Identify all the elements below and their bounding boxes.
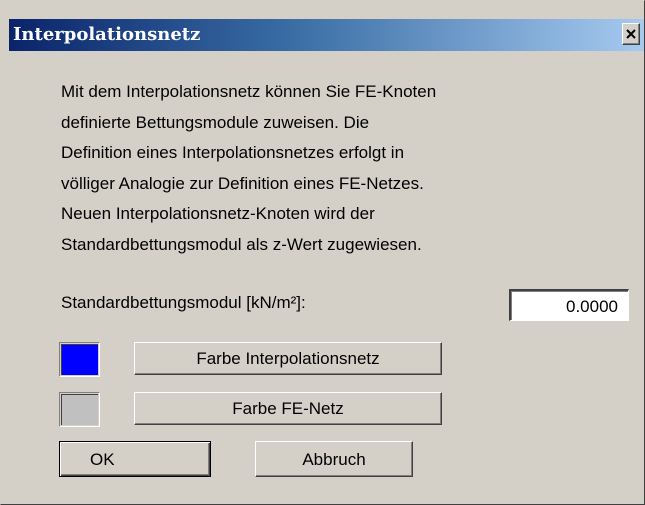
cancel-button[interactable]: Abbruch xyxy=(255,441,413,477)
interpolation-net-color-fill xyxy=(61,344,98,375)
modulus-label: Standardbettungsmodul [kN/m²]: xyxy=(61,293,306,312)
fe-net-color-swatch xyxy=(59,392,100,427)
dialog-title: Interpolationsnetz xyxy=(13,24,201,45)
title-bar: Interpolationsnetz xyxy=(9,19,644,51)
description-line: Standardbettungsmodul als z-Wert zugewie… xyxy=(61,234,422,254)
fe-net-color-fill xyxy=(61,394,98,425)
description-line: Neuen Interpolationsnetz-Knoten wird der xyxy=(61,204,375,224)
description-line: völliger Analogie zur Definition eines F… xyxy=(61,173,424,193)
close-button[interactable] xyxy=(622,23,640,45)
ok-button[interactable]: OK xyxy=(59,441,211,477)
fe-net-color-button[interactable]: Farbe FE-Netz xyxy=(134,392,442,425)
close-icon xyxy=(626,29,636,39)
description-text: Mit dem Interpolationsnetz können Sie FE… xyxy=(61,77,436,261)
interpolation-net-color-button[interactable]: Farbe Interpolationsnetz xyxy=(134,342,442,375)
description-line: definierte Bettungsmodule zuweisen. Die xyxy=(61,112,370,132)
interpolation-net-color-swatch xyxy=(59,342,100,377)
description-line: Definition eines Interpolationsnetzes er… xyxy=(61,143,405,163)
modulus-input[interactable] xyxy=(509,289,629,321)
description-line: Mit dem Interpolationsnetz können Sie FE… xyxy=(61,82,437,101)
interpolation-net-dialog: Interpolationsnetz Mit dem Interpolation… xyxy=(0,0,645,505)
